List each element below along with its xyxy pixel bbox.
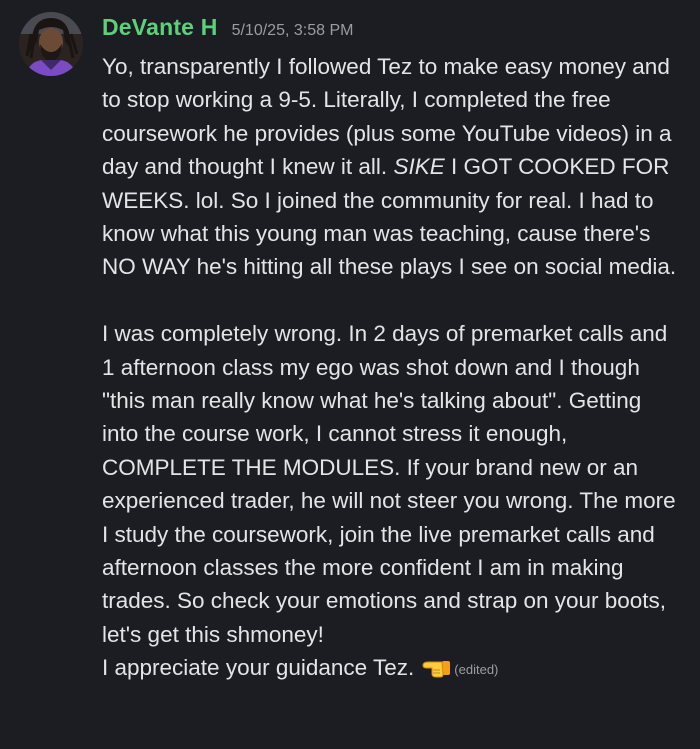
- chat-message: DeVante H 5/10/25, 3:58 PM Yo, transpare…: [0, 0, 700, 749]
- avatar-photo-icon: [19, 12, 83, 76]
- message-header: DeVante H 5/10/25, 3:58 PM: [102, 14, 353, 41]
- pointing-hand-emoji-icon[interactable]: [420, 653, 452, 681]
- message-paragraph-1: Yo, transparently I followed Tez to make…: [102, 50, 682, 284]
- user-avatar[interactable]: [19, 12, 83, 76]
- message-paragraph-3: I appreciate your guidance Tez. (edited): [102, 651, 682, 686]
- edited-label[interactable]: (edited): [454, 662, 498, 677]
- author-username[interactable]: DeVante H: [102, 14, 218, 41]
- paragraph-1-italic: SIKE: [393, 154, 445, 180]
- message-paragraph-2: I was completely wrong. In 2 days of pre…: [102, 321, 676, 647]
- message-content: Yo, transparently I followed Tez to make…: [102, 50, 682, 687]
- paragraph-3-text: I appreciate your guidance Tez.: [102, 655, 415, 681]
- message-timestamp[interactable]: 5/10/25, 3:58 PM: [232, 22, 354, 40]
